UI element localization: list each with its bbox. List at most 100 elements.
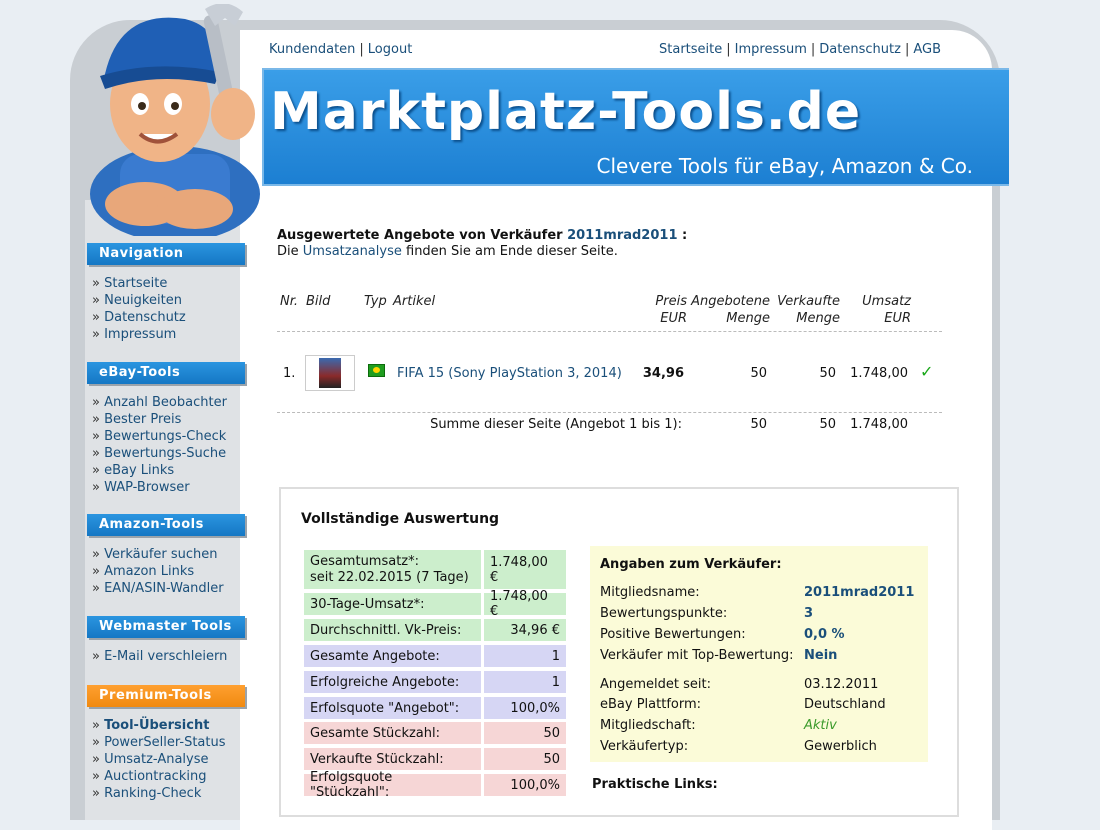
- page-title-suffix: :: [682, 228, 688, 243]
- site-banner[interactable]: Marktplatz-Tools.de Clevere Tools für eB…: [262, 68, 1009, 186]
- sidebar-item-powerseller-status[interactable]: PowerSeller-Status: [104, 735, 225, 750]
- agb-link[interactable]: AGB: [913, 42, 941, 57]
- sidebar-item[interactable]: Bewertungs-Check: [92, 428, 227, 445]
- row-umsatz: 1.748,00: [850, 366, 908, 381]
- startseite-link[interactable]: Startseite: [659, 42, 722, 57]
- sidebar-item[interactable]: Tool-Übersicht: [92, 717, 226, 734]
- stat-label-line1: Gesamtumsatz*:: [310, 553, 420, 569]
- sum-label: Summe dieser Seite (Angebot 1 bis 1):: [430, 417, 682, 432]
- sidebar-item-verkaeufer-suchen[interactable]: Verkäufer suchen: [104, 547, 217, 562]
- sidebar-item-umsatz-analyse[interactable]: Umsatz-Analyse: [104, 752, 208, 767]
- sidebar-item-neuigkeiten[interactable]: Neuigkeiten: [104, 293, 182, 308]
- sidebar-item[interactable]: Anzahl Beobachter: [92, 394, 227, 411]
- col-umsatz-line2: EUR: [884, 311, 911, 326]
- sidebar-item[interactable]: Neuigkeiten: [92, 292, 186, 309]
- divider: [277, 412, 942, 413]
- kundendaten-link[interactable]: Kundendaten: [269, 42, 355, 57]
- sidebar-item-bewertungs-suche[interactable]: Bewertungs-Suche: [104, 446, 226, 461]
- col-nr: Nr.: [280, 294, 299, 309]
- seller-field-value: 3: [804, 606, 814, 621]
- sidebar-item-email-verschleiern[interactable]: E-Mail verschleiern: [104, 649, 227, 664]
- sidebar-item[interactable]: eBay Links: [92, 462, 227, 479]
- sidebar-heading-webmaster: Webmaster Tools: [87, 616, 245, 638]
- stat-label: 30-Tage-Umsatz*:: [304, 593, 481, 615]
- sidebar-item-impressum[interactable]: Impressum: [104, 327, 176, 342]
- row-angebotene: 50: [750, 366, 767, 381]
- mechanic-mascot-icon: [90, 4, 260, 236]
- impressum-link[interactable]: Impressum: [735, 42, 807, 57]
- seller-field-value: Deutschland: [804, 697, 886, 712]
- sidebar-heading-premium: Premium-Tools: [87, 685, 245, 707]
- stat-label: Erfolgsquote "Stückzahl":: [304, 770, 481, 800]
- sidebar-item[interactable]: Datenschutz: [92, 309, 186, 326]
- site-nav: Startseite | Impressum | Datenschutz | AGB: [659, 42, 941, 57]
- stat-label: Durchschnittl. Vk-Preis:: [304, 619, 481, 641]
- page-title: Ausgewertete Angebote von Verkäufer 2011…: [277, 228, 687, 243]
- sidebar-item-bewertungs-check[interactable]: Bewertungs-Check: [104, 429, 226, 444]
- sidebar-item-ebay-links[interactable]: eBay Links: [104, 463, 174, 478]
- sidebar-item[interactable]: Ranking-Check: [92, 785, 226, 802]
- seller-name-link[interactable]: 2011mrad2011: [567, 228, 677, 243]
- sidebar-item-ean-asin-wandler[interactable]: EAN/ASIN-Wandler: [104, 581, 224, 596]
- stat-row: Erfolsquote "Angebot": 100,0%: [304, 697, 566, 719]
- check-icon: ✓: [920, 362, 934, 381]
- seller-field-label: Verkäufer mit Top-Bewertung:: [600, 648, 794, 663]
- sidebar-item[interactable]: Auctiontracking: [92, 768, 226, 785]
- sidebar-item-auctiontracking[interactable]: Auctiontracking: [104, 769, 206, 784]
- stat-label-line2: seit 22.02.2015 (7 Tage): [310, 569, 469, 585]
- logout-link[interactable]: Logout: [368, 42, 413, 57]
- row-nr: 1.: [283, 366, 296, 381]
- article-link[interactable]: FIFA 15 (Sony PlayStation 3, 2014): [397, 366, 622, 381]
- stat-row: Gesamte Angebote: 1: [304, 645, 566, 667]
- sidebar-item[interactable]: Startseite: [92, 275, 186, 292]
- stat-value: 50: [484, 748, 566, 770]
- sidebar-item-amazon-links[interactable]: Amazon Links: [104, 564, 194, 579]
- stat-row: Erfolgreiche Angebote: 1: [304, 671, 566, 693]
- sidebar-item[interactable]: Bester Preis: [92, 411, 227, 428]
- seller-field-value: Nein: [804, 648, 838, 663]
- sidebar-item-startseite[interactable]: Startseite: [104, 276, 167, 291]
- stat-label: Erfolgreiche Angebote:: [304, 671, 481, 693]
- site-subtitle: Clevere Tools für eBay, Amazon & Co.: [596, 154, 973, 178]
- sidebar-heading-navigation: Navigation: [87, 243, 245, 265]
- stat-row: Erfolgsquote "Stückzahl": 100,0%: [304, 770, 566, 800]
- product-thumbnail[interactable]: [305, 355, 355, 391]
- sidebar-item[interactable]: Verkäufer suchen: [92, 546, 224, 563]
- sidebar-item[interactable]: EAN/ASIN-Wandler: [92, 580, 224, 597]
- col-angebotene-line2: Menge: [726, 311, 770, 326]
- practical-links-title: Praktische Links:: [592, 777, 718, 792]
- stat-row: Verkaufte Stückzahl: 50: [304, 748, 566, 770]
- col-verkaufte: Verkaufte Menge: [770, 294, 840, 326]
- page-subline: Die Umsatzanalyse finden Sie am Ende die…: [277, 244, 618, 259]
- umsatzanalyse-link[interactable]: Umsatzanalyse: [303, 244, 402, 259]
- seller-field-label: Bewertungspunkte:: [600, 606, 728, 621]
- listing-type-icon: [368, 364, 385, 377]
- sidebar-item-wap-browser[interactable]: WAP-Browser: [104, 480, 190, 495]
- seller-field-label: eBay Plattform:: [600, 697, 702, 712]
- sidebar-item-datenschutz[interactable]: Datenschutz: [104, 310, 186, 325]
- sidebar-heading-amazon: Amazon-Tools: [87, 514, 245, 536]
- seller-field-value: 2011mrad2011: [804, 585, 915, 600]
- sidebar-heading-ebay: eBay-Tools: [87, 362, 245, 384]
- sidebar-item[interactable]: Amazon Links: [92, 563, 224, 580]
- sidebar-item[interactable]: Bewertungs-Suche: [92, 445, 227, 462]
- sidebar-item-anzahl-beobachter[interactable]: Anzahl Beobachter: [104, 395, 227, 410]
- datenschutz-link[interactable]: Datenschutz: [819, 42, 901, 57]
- sidebar-item[interactable]: PowerSeller-Status: [92, 734, 225, 751]
- col-verkaufte-line1: Verkaufte: [777, 294, 840, 309]
- seller-field-value: Gewerblich: [804, 739, 877, 754]
- sidebar-item-tool-uebersicht[interactable]: Tool-Übersicht: [104, 718, 209, 733]
- sidebar-item[interactable]: WAP-Browser: [92, 479, 227, 496]
- sidebar-item[interactable]: Impressum: [92, 326, 186, 343]
- sidebar-item-bester-preis[interactable]: Bester Preis: [104, 412, 181, 427]
- stat-label: Gesamte Angebote:: [304, 645, 481, 667]
- sum-umsatz: 1.748,00: [850, 417, 908, 432]
- divider: [277, 331, 942, 332]
- seller-field-label: Verkäufertyp:: [600, 739, 689, 754]
- stat-row: Durchschnittl. Vk-Preis: 34,96 €: [304, 619, 566, 641]
- sidebar-item-ranking-check[interactable]: Ranking-Check: [104, 786, 201, 801]
- seller-field-label: Angemeldet seit:: [600, 677, 711, 692]
- sidebar-item[interactable]: E-Mail verschleiern: [92, 648, 227, 665]
- sidebar-list-navigation: Startseite Neuigkeiten Datenschutz Impre…: [92, 275, 186, 343]
- sidebar-item[interactable]: Umsatz-Analyse: [92, 751, 226, 768]
